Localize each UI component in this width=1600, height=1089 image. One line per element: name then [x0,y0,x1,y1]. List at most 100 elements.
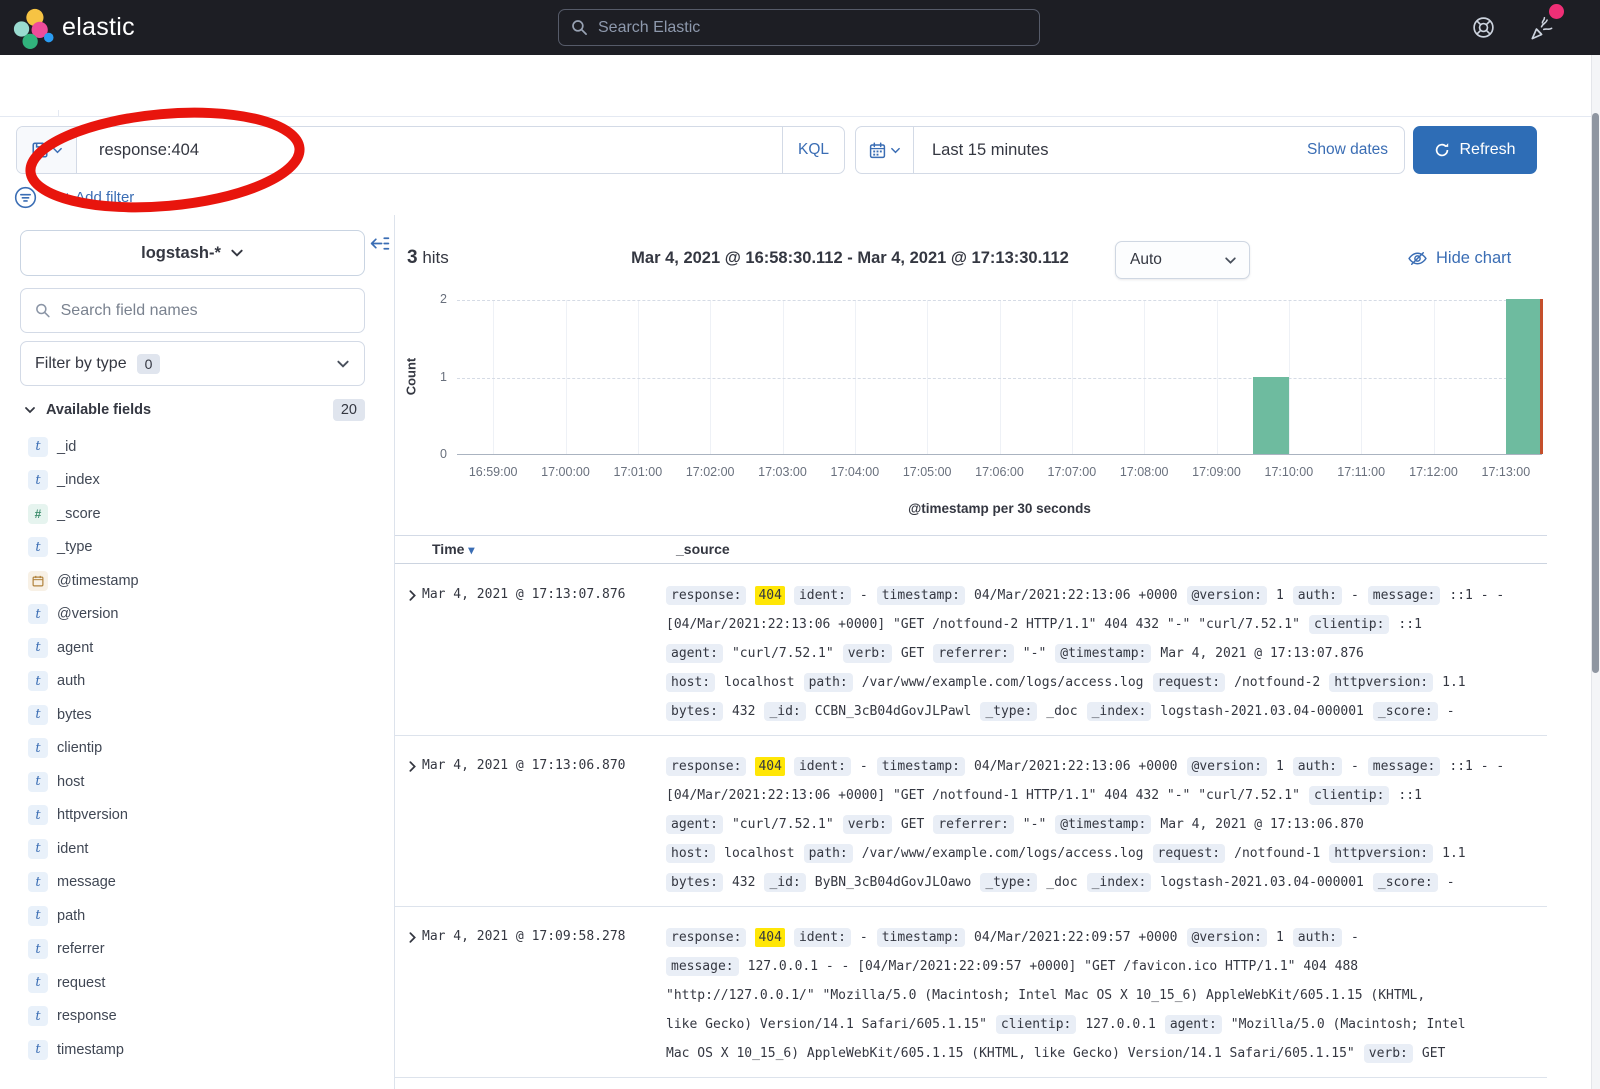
available-fields-toggle[interactable]: Available fields 20 [20,397,365,423]
histogram-bar[interactable] [1506,299,1542,454]
field-badge: path: [804,673,853,692]
time-column-header[interactable]: Time ▾ [432,541,474,557]
field-type-string-icon: t [28,671,48,691]
field-timestamp[interactable]: ttimestamp [0,1033,395,1067]
help-icon[interactable] [1471,15,1496,40]
field-type-string-icon: t [28,1040,48,1060]
expand-row-icon[interactable] [395,923,422,1068]
global-search[interactable] [558,9,1040,46]
field-_id[interactable]: t_id [0,430,395,464]
show-dates-button[interactable]: Show dates [1307,141,1404,159]
scrollbar-track[interactable] [1591,55,1600,1089]
kibana-discover-app: elastic D Discover NewSaveOpenShareInspe… [0,0,1600,1089]
add-filter-button[interactable]: + Add filter [63,189,134,206]
date-quick-select-button[interactable] [856,127,914,173]
collapse-sidebar-icon[interactable] [369,233,390,254]
field-path[interactable]: tpath [0,899,395,933]
field-badge: _type: [980,702,1037,721]
field-badge: response: [666,928,746,947]
field-badge: @version: [1187,757,1267,776]
index-pattern-label: logstash-* [141,244,221,263]
field-type-string-icon: t [28,872,48,892]
field-response[interactable]: tresponse [0,1000,395,1034]
highlighted-value: 404 [755,757,784,776]
expand-row-icon[interactable] [395,581,422,726]
field-badge: clientip: [1309,615,1389,634]
source-line: host:localhostpath:/var/www/example.com/… [666,839,1547,868]
field-badge: _id: [764,873,805,892]
field-search-input[interactable] [61,302,350,320]
scrollbar-thumb[interactable] [1592,113,1599,673]
field-referrer[interactable]: treferrer [0,933,395,967]
field-value: logstash-2021.03.04-000001 [1160,704,1364,719]
index-pattern-select[interactable]: logstash-* [20,230,365,276]
document-row: Mar 4, 2021 @ 17:13:06.870response:404id… [395,736,1547,907]
field-ident[interactable]: tident [0,832,395,866]
field-@timestamp[interactable]: @timestamp [0,564,395,598]
field-value: ::1 [1398,617,1421,632]
field-agent[interactable]: tagent [0,631,395,665]
source-line: bytes:432_id:ByBN_3cB04dGovJLOawo_type:_… [666,868,1547,897]
field-value: GET [1422,1046,1445,1061]
x-tick-label: 17:04:00 [830,465,879,479]
field-badge: _type: [980,873,1037,892]
newsfeed-icon[interactable] [1528,15,1555,42]
refresh-button[interactable]: Refresh [1413,126,1537,174]
histogram-bar[interactable] [1253,377,1289,455]
field-badge: request: [1153,673,1226,692]
field-badge: httpversion: [1329,844,1433,863]
interval-select[interactable]: Auto [1115,241,1250,279]
source-line: Mac OS X 10_15_6) AppleWebKit/605.1.15 (… [666,1039,1547,1068]
query-language-button[interactable]: KQL [782,127,844,173]
expand-row-icon[interactable] [395,752,422,897]
field-value: 432 [732,704,755,719]
field-value: _doc [1046,704,1077,719]
field-search[interactable] [20,288,365,333]
chart-time-range: Mar 4, 2021 @ 16:58:30.112 - Mar 4, 2021… [565,249,1135,268]
field-_index[interactable]: t_index [0,464,395,498]
hide-chart-button[interactable]: Hide chart [1407,248,1511,269]
field-bytes[interactable]: tbytes [0,698,395,732]
field-value: 127.0.0.1 - - [04/Mar/2021:22:09:57 +000… [748,959,1358,974]
field-host[interactable]: thost [0,765,395,799]
field-badge: _index: [1087,873,1152,892]
field-badge: timestamp: [877,757,965,776]
filter-by-type-select[interactable]: Filter by type 0 [20,341,365,386]
field-_type[interactable]: t_type [0,531,395,565]
field-badge: timestamp: [877,586,965,605]
field-name: message [57,874,116,890]
query-control: KQL [16,126,845,174]
field-value: GET [901,817,924,832]
field-name: path [57,908,85,924]
field-list: t_idt_index#_scoret_type @timestamp t@vers… [0,430,395,1067]
field-auth[interactable]: tauth [0,665,395,699]
field-badge: bytes: [666,873,723,892]
saved-query-menu-button[interactable] [17,127,77,173]
field-type-number-icon: # [28,504,48,524]
filter-icon[interactable] [14,186,37,209]
gridline [457,378,1542,379]
elastic-logo[interactable]: elastic [12,6,135,50]
doc-source: response:404ident:-timestamp:04/Mar/2021… [666,581,1547,726]
field-request[interactable]: trequest [0,966,395,1000]
field-httpversion[interactable]: thttpversion [0,799,395,833]
field-badge: httpversion: [1329,673,1433,692]
global-search-input[interactable] [598,19,1027,37]
field-name: @timestamp [57,573,139,589]
chevron-down-icon [1224,254,1237,267]
field-clientip[interactable]: tclientip [0,732,395,766]
search-icon [571,19,588,36]
field-value: 1.1 [1442,675,1465,690]
field-badge: verb: [843,644,892,663]
elastic-logo-icon [12,6,54,50]
query-input[interactable] [77,127,782,173]
field-value: - [860,759,868,774]
field-badge: message: [1368,757,1441,776]
field-badge: host: [666,844,715,863]
field-type-string-icon: t [28,772,48,792]
field-@version[interactable]: t@version [0,598,395,632]
field-value: "-" [1023,646,1046,661]
field-_score[interactable]: #_score [0,497,395,531]
time-range-value[interactable]: Last 15 minutes [914,141,1307,160]
field-message[interactable]: t message [0,866,395,900]
